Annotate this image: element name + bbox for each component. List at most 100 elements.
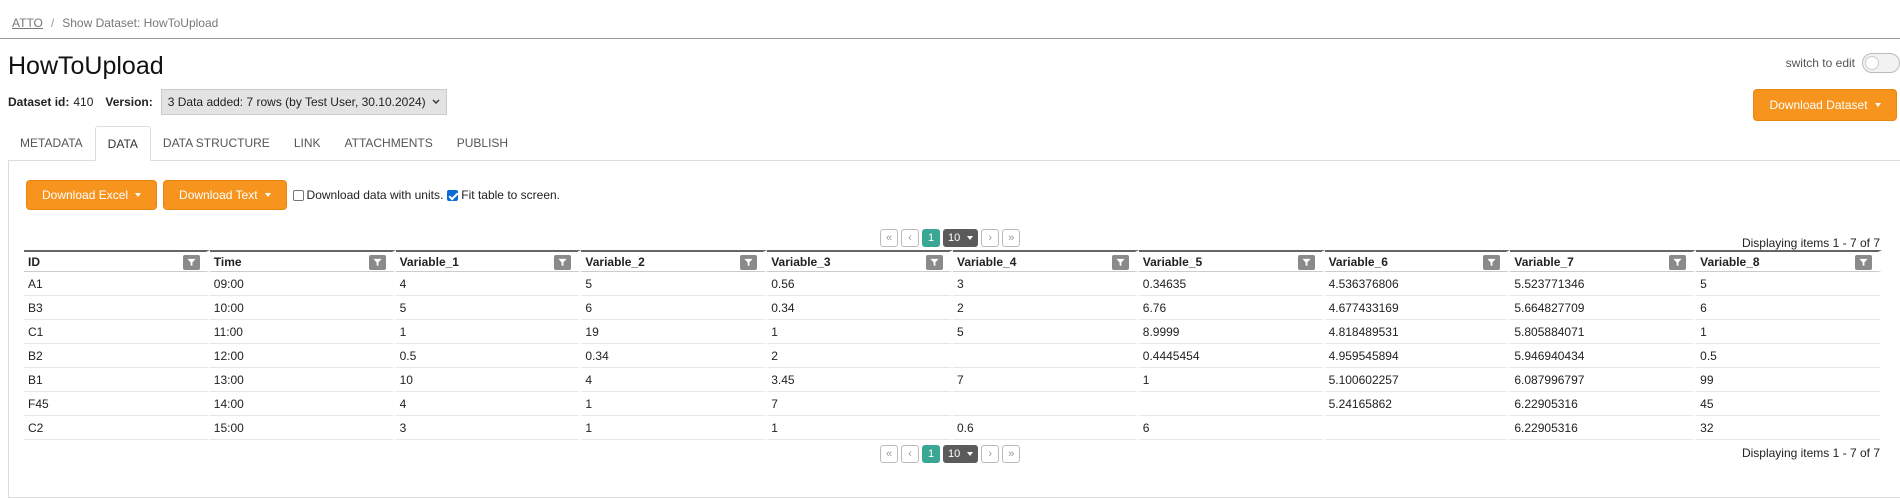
column-header[interactable]: Variable_3 xyxy=(767,250,953,272)
table-cell: C1 xyxy=(24,320,210,344)
dataset-id-label: Dataset id: xyxy=(8,95,70,109)
table-cell: B2 xyxy=(24,344,210,368)
download-excel-button[interactable]: Download Excel xyxy=(26,180,158,210)
column-header[interactable]: Variable_1 xyxy=(395,250,582,272)
breadcrumb-separator: / xyxy=(50,16,55,30)
dataset-id-value: 410 xyxy=(73,95,94,109)
next-page-button[interactable]: › xyxy=(981,445,1000,463)
column-header[interactable]: Variable_8 xyxy=(1696,250,1882,272)
last-page-button[interactable]: » xyxy=(1002,229,1021,247)
table-cell: 7 xyxy=(952,368,1139,392)
table-cell: 5.523771346 xyxy=(1510,272,1697,296)
toggle-knob xyxy=(1865,56,1879,70)
filter-icon[interactable] xyxy=(1483,255,1501,270)
first-page-button[interactable]: « xyxy=(880,229,898,247)
column-header[interactable]: Variable_7 xyxy=(1510,250,1697,272)
table-cell: 2 xyxy=(767,344,953,368)
download-excel-label: Download Excel xyxy=(42,188,129,202)
filter-icon[interactable] xyxy=(1669,255,1687,270)
column-header[interactable]: Time xyxy=(209,250,396,272)
chevron-down-icon xyxy=(432,99,440,104)
table-cell: 5 xyxy=(1696,272,1882,296)
fit-checkbox-label: Fit table to screen. xyxy=(461,188,561,202)
column-header[interactable]: Variable_4 xyxy=(952,250,1139,272)
fit-checkbox[interactable] xyxy=(447,189,459,201)
tab-attachments[interactable]: ATTACHMENTS xyxy=(333,126,445,160)
filter-icon[interactable] xyxy=(554,255,572,270)
tab-data-structure[interactable]: DATA STRUCTURE xyxy=(151,126,282,160)
table-cell: 6.22905316 xyxy=(1510,392,1697,416)
table-cell: 99 xyxy=(1696,368,1882,392)
tab-metadata[interactable]: METADATA xyxy=(8,126,95,160)
table-cell: 1 xyxy=(767,416,953,440)
breadcrumb-root-link[interactable]: ATTO xyxy=(12,16,43,30)
table-cell: 1 xyxy=(1138,368,1325,392)
edit-switch-label: switch to edit xyxy=(1785,56,1855,70)
fit-checkbox-row[interactable]: Fit table to screen. xyxy=(447,188,560,202)
column-header[interactable]: Variable_5 xyxy=(1138,250,1325,272)
filter-icon[interactable] xyxy=(925,255,943,270)
current-page-button[interactable]: 1 xyxy=(922,445,940,463)
table-cell: 6 xyxy=(581,296,768,320)
download-dataset-label: Download Dataset xyxy=(1769,98,1868,112)
table-cell: 3 xyxy=(395,416,582,440)
table-cell: 10:00 xyxy=(209,296,396,320)
version-select[interactable]: 3 Data added: 7 rows (by Test User, 30.1… xyxy=(160,89,447,115)
edit-toggle[interactable] xyxy=(1862,53,1900,73)
units-checkbox[interactable] xyxy=(292,189,304,201)
edit-switch[interactable]: switch to edit xyxy=(1786,53,1900,73)
download-text-button[interactable]: Download Text xyxy=(163,180,287,210)
table-row: C2 15:00 3 1 1 0.6 6 6.22905316 32 xyxy=(24,416,1882,440)
version-select-value: 3 Data added: 7 rows (by Test User, 30.1… xyxy=(167,95,426,109)
column-header[interactable]: Variable_2 xyxy=(581,250,768,272)
filter-icon[interactable] xyxy=(1855,255,1872,270)
table-cell: 5.805884071 xyxy=(1510,320,1697,344)
tab-publish[interactable]: PUBLISH xyxy=(445,126,520,160)
table-cell: 4 xyxy=(395,272,582,296)
tab-data[interactable]: DATA xyxy=(94,126,151,161)
units-checkbox-label: Download data with units. xyxy=(306,188,444,202)
tab-link[interactable]: LINK xyxy=(282,126,333,160)
current-page-button[interactable]: 1 xyxy=(922,229,940,247)
table-cell: 14:00 xyxy=(209,392,396,416)
units-checkbox-row[interactable]: Download data with units. xyxy=(292,188,444,202)
last-page-button[interactable]: » xyxy=(1002,445,1021,463)
table-cell: 1 xyxy=(581,416,768,440)
filter-icon[interactable] xyxy=(1297,255,1315,270)
table-cell: 5 xyxy=(581,272,768,296)
grid-header-row: ID Time Variable_1 Variable_2 Variable_3 Vari… xyxy=(24,250,1882,272)
table-row: B3 10:00 5 6 0.34 2 6.76 4.677433169 5.664827709… xyxy=(24,296,1882,320)
filter-icon[interactable] xyxy=(1111,255,1129,270)
filter-icon[interactable] xyxy=(368,255,386,270)
column-header[interactable]: ID xyxy=(24,250,210,272)
table-cell: 0.56 xyxy=(767,272,953,296)
table-cell xyxy=(952,344,1139,368)
prev-page-button[interactable]: ‹ xyxy=(901,229,919,247)
table-cell: 6 xyxy=(1696,296,1882,320)
column-header-label: Variable_8 xyxy=(1700,254,1760,269)
table-cell: 09:00 xyxy=(209,272,396,296)
page-size-select[interactable]: 10 xyxy=(943,445,979,463)
column-header-label: Variable_1 xyxy=(399,254,459,269)
table-cell xyxy=(1324,416,1511,440)
table-cell: 5 xyxy=(395,296,582,320)
prev-page-button[interactable]: ‹ xyxy=(901,445,919,463)
download-dataset-button[interactable]: Download Dataset xyxy=(1753,89,1897,121)
table-cell: 12:00 xyxy=(209,344,396,368)
filter-icon[interactable] xyxy=(740,255,758,270)
table-cell: 5.100602257 xyxy=(1324,368,1511,392)
column-header[interactable]: Variable_6 xyxy=(1324,250,1511,272)
page-size-select[interactable]: 10 xyxy=(943,229,979,247)
filter-icon[interactable] xyxy=(182,255,200,270)
table-cell: A1 xyxy=(24,272,210,296)
first-page-button[interactable]: « xyxy=(880,445,898,463)
column-header-label: Variable_5 xyxy=(1142,254,1203,269)
table-cell: 4 xyxy=(395,392,582,416)
caret-down-icon xyxy=(1874,103,1881,107)
table-cell: 5 xyxy=(952,320,1139,344)
next-page-button[interactable]: › xyxy=(981,229,1000,247)
table-cell: 4.959545894 xyxy=(1324,344,1511,368)
page-size-value: 10 xyxy=(948,448,961,460)
table-cell: 0.4445454 xyxy=(1138,344,1325,368)
table-row: B2 12:00 0.5 0.34 2 0.4445454 4.959545894 5.946… xyxy=(24,344,1882,368)
